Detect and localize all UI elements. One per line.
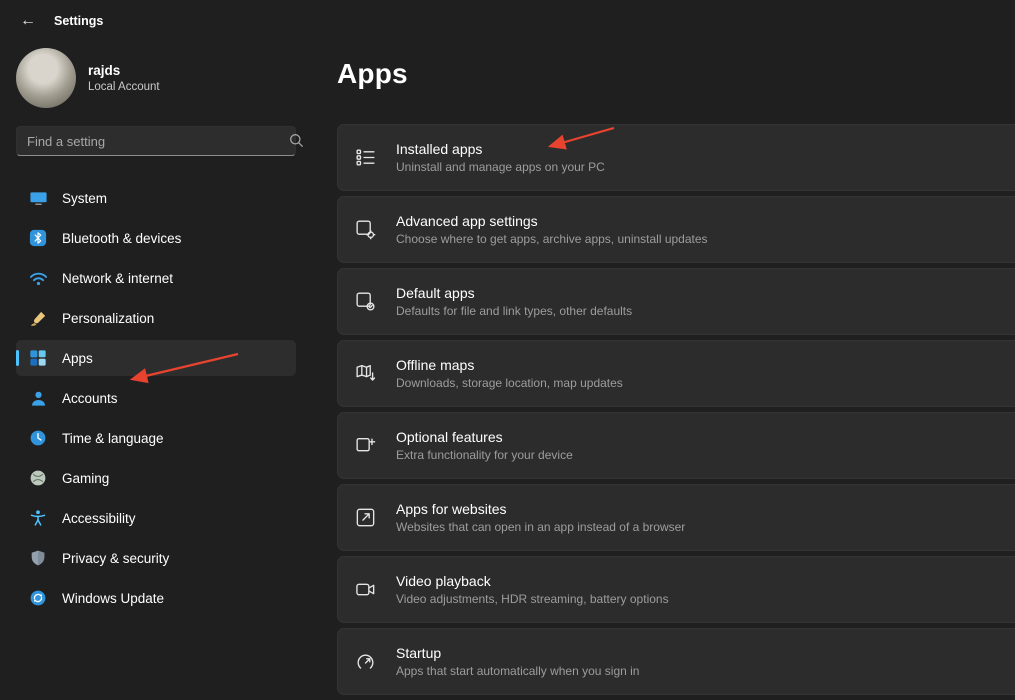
card-subtitle: Uninstall and manage apps on your PC <box>396 160 605 174</box>
card-title: Advanced app settings <box>396 213 708 229</box>
apps-for-websites-icon <box>352 505 378 531</box>
windows-update-icon <box>28 588 48 608</box>
card-title: Apps for websites <box>396 501 685 517</box>
card-title: Default apps <box>396 285 632 301</box>
card-title: Installed apps <box>396 141 605 157</box>
sidebar-item-label: Accessibility <box>62 511 136 526</box>
card-title: Offline maps <box>396 357 623 373</box>
sidebar-item-time-language[interactable]: Time & language <box>16 420 296 456</box>
startup-icon <box>352 649 378 675</box>
sidebar-item-label: System <box>62 191 107 206</box>
video-playback-card[interactable]: Video playback Video adjustments, HDR st… <box>337 556 1015 623</box>
card-subtitle: Downloads, storage location, map updates <box>396 376 623 390</box>
window-title: Settings <box>54 14 103 28</box>
sidebar: rajds Local Account System Bluetooth & d… <box>0 42 330 673</box>
sidebar-item-label: Privacy & security <box>62 551 169 566</box>
sidebar-item-label: Bluetooth & devices <box>62 231 181 246</box>
personalization-icon <box>28 308 48 328</box>
accessibility-icon <box>28 508 48 528</box>
back-button[interactable]: ← <box>14 7 42 35</box>
profile-account-type: Local Account <box>88 81 160 93</box>
sidebar-item-gaming[interactable]: Gaming <box>16 460 296 496</box>
search-input[interactable] <box>16 126 296 156</box>
network-icon <box>28 268 48 288</box>
installed-apps-icon <box>352 145 378 171</box>
installed-apps-card[interactable]: Installed apps Uninstall and manage apps… <box>337 124 1015 191</box>
accounts-icon <box>28 388 48 408</box>
sidebar-item-system[interactable]: System <box>16 180 296 216</box>
avatar <box>16 48 76 108</box>
time-language-icon <box>28 428 48 448</box>
sidebar-nav: System Bluetooth & devices Network & int… <box>16 180 314 616</box>
profile[interactable]: rajds Local Account <box>16 48 314 108</box>
bluetooth-icon <box>28 228 48 248</box>
card-title: Optional features <box>396 429 573 445</box>
search-box <box>16 126 314 156</box>
card-subtitle: Websites that can open in an app instead… <box>396 520 685 534</box>
sidebar-item-label: Windows Update <box>62 591 164 606</box>
settings-card-list: Installed apps Uninstall and manage apps… <box>337 124 1015 700</box>
card-title: Startup <box>396 645 639 661</box>
default-apps-icon <box>352 289 378 315</box>
offline-maps-card[interactable]: Offline maps Downloads, storage location… <box>337 340 1015 407</box>
sidebar-item-accessibility[interactable]: Accessibility <box>16 500 296 536</box>
gaming-icon <box>28 468 48 488</box>
sidebar-item-personalization[interactable]: Personalization <box>16 300 296 336</box>
sidebar-item-label: Gaming <box>62 471 109 486</box>
sidebar-item-windows-update[interactable]: Windows Update <box>16 580 296 616</box>
titlebar: ← Settings <box>0 0 1015 42</box>
system-icon <box>28 188 48 208</box>
card-title: Video playback <box>396 573 669 589</box>
sidebar-item-accounts[interactable]: Accounts <box>16 380 296 416</box>
advanced-app-settings-icon <box>352 217 378 243</box>
sidebar-item-label: Apps <box>62 351 93 366</box>
apps-icon <box>28 348 48 368</box>
optional-features-card[interactable]: Optional features Extra functionality fo… <box>337 412 1015 479</box>
card-subtitle: Choose where to get apps, archive apps, … <box>396 232 708 246</box>
profile-name: rajds <box>88 63 160 78</box>
search-icon <box>289 133 304 148</box>
advanced-app-settings-card[interactable]: Advanced app settings Choose where to ge… <box>337 196 1015 263</box>
back-arrow-icon: ← <box>20 12 36 30</box>
sidebar-item-privacy-security[interactable]: Privacy & security <box>16 540 296 576</box>
card-subtitle: Apps that start automatically when you s… <box>396 664 639 678</box>
sidebar-item-bluetooth-devices[interactable]: Bluetooth & devices <box>16 220 296 256</box>
offline-maps-icon <box>352 361 378 387</box>
sidebar-item-network-internet[interactable]: Network & internet <box>16 260 296 296</box>
card-subtitle: Defaults for file and link types, other … <box>396 304 632 318</box>
sidebar-item-label: Personalization <box>62 311 154 326</box>
sidebar-item-label: Accounts <box>62 391 118 406</box>
sidebar-item-label: Time & language <box>62 431 164 446</box>
default-apps-card[interactable]: Default apps Defaults for file and link … <box>337 268 1015 335</box>
sidebar-item-apps[interactable]: Apps <box>16 340 296 376</box>
privacy-security-icon <box>28 548 48 568</box>
startup-card[interactable]: Startup Apps that start automatically wh… <box>337 628 1015 695</box>
card-subtitle: Video adjustments, HDR streaming, batter… <box>396 592 669 606</box>
optional-features-icon <box>352 433 378 459</box>
card-subtitle: Extra functionality for your device <box>396 448 573 462</box>
sidebar-item-label: Network & internet <box>62 271 173 286</box>
apps-for-websites-card[interactable]: Apps for websites Websites that can open… <box>337 484 1015 551</box>
video-playback-icon <box>352 577 378 603</box>
page-title: Apps <box>337 58 408 90</box>
